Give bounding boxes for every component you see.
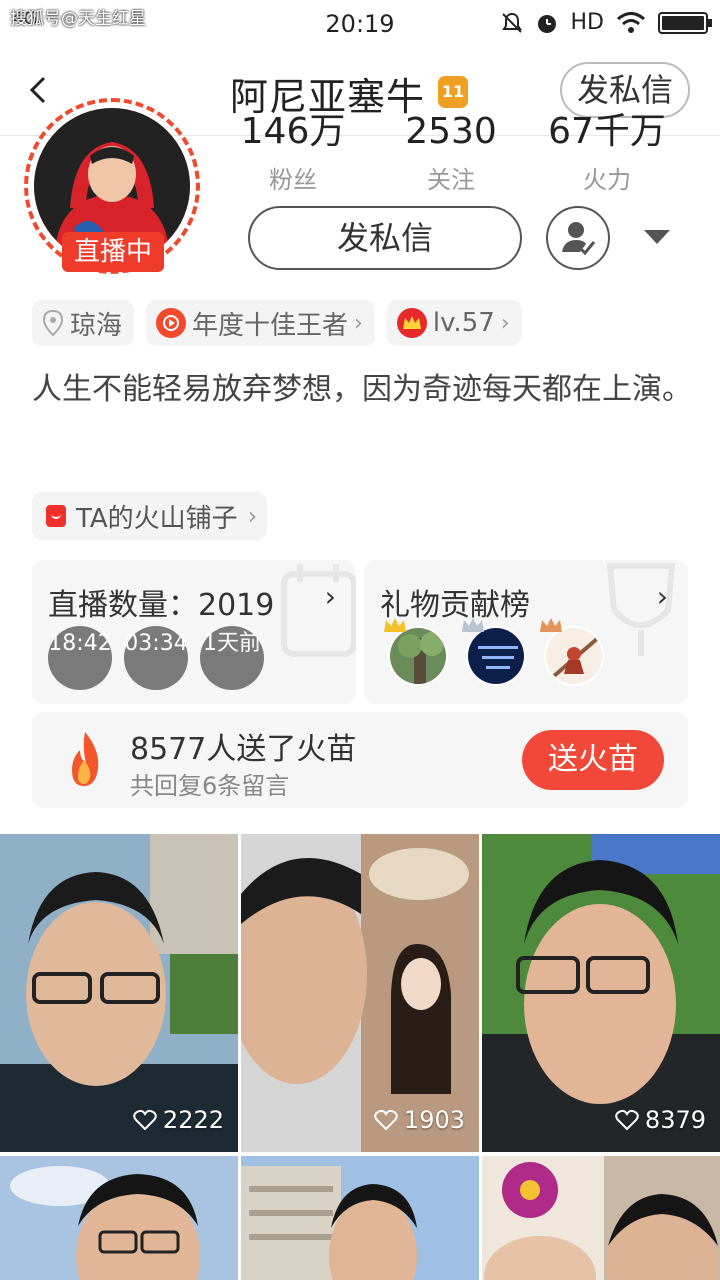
alarm-icon <box>537 14 556 33</box>
video-thumbnail-image <box>241 834 479 1152</box>
video-thumbnail-image <box>482 834 720 1152</box>
stat-firepower-label: 火力 <box>583 166 631 194</box>
likes-counter: 1903 <box>374 1106 465 1134</box>
fire-count-text: 8577人送了火苗 <box>130 732 357 767</box>
video-thumbnail[interactable]: 2222 <box>0 834 238 1152</box>
video-thumbnail[interactable]: 8379 <box>482 834 720 1152</box>
mute-icon <box>501 12 522 33</box>
crown-icon <box>396 308 427 338</box>
battery-icon <box>658 11 712 34</box>
video-thumbnail-image <box>0 1156 238 1280</box>
likes-counter: 2222 <box>133 1106 224 1134</box>
shop-label: TA的火山铺子 <box>76 503 238 534</box>
award-icon <box>156 308 187 338</box>
gold-crown-icon <box>384 618 406 632</box>
live-time-chip[interactable]: 03:34 <box>124 626 188 690</box>
follow-button[interactable] <box>546 206 610 270</box>
level-badge: 11 <box>438 76 468 108</box>
shop-link[interactable]: TA的火山铺子 › <box>32 492 268 540</box>
message-button[interactable]: 发私信 <box>248 206 522 270</box>
location-pin-icon <box>42 309 64 337</box>
likes-count: 1903 <box>403 1106 465 1134</box>
likes-counter: 8379 <box>615 1106 706 1134</box>
hd-indicator: HD <box>570 10 604 35</box>
video-thumbnail[interactable]: 1903 <box>241 834 479 1152</box>
live-badge: 直播中 <box>62 232 164 272</box>
stat-firepower[interactable]: 67千万 火力 <box>532 110 682 195</box>
status-icons: HD <box>501 10 712 35</box>
live-count-card[interactable]: 直播数量：2019 › 18:42 03:34 1天前 <box>32 560 356 704</box>
user-check-icon <box>562 222 596 256</box>
video-thumbnail-image <box>482 1156 720 1280</box>
fire-reply-text: 共回复6条留言 <box>130 772 290 800</box>
video-thumbnail[interactable] <box>241 1156 479 1280</box>
heart-icon <box>133 1109 157 1131</box>
live-time-chip[interactable]: 18:42 <box>48 626 112 690</box>
tag-level[interactable]: lv.57 › <box>386 300 522 346</box>
donor-avatar-3[interactable] <box>544 626 604 686</box>
stat-fans[interactable]: 146万 粉丝 <box>218 110 368 195</box>
chevron-right-icon: › <box>656 580 668 613</box>
stat-fans-value: 146万 <box>240 111 346 152</box>
video-thumbnail-image <box>241 1156 479 1280</box>
shop-bag-icon <box>46 505 66 527</box>
live-count-title: 直播数量：2019 <box>48 588 275 623</box>
tag-award-label: 年度十佳王者 <box>192 310 349 341</box>
silver-crown-icon <box>462 618 484 632</box>
bio-text: 人生不能轻易放弃梦想，因为奇迹每天都在上演。 <box>32 372 692 407</box>
stat-following-label: 关注 <box>427 166 475 194</box>
stat-following-value: 2530 <box>405 111 497 152</box>
calendar-watermark-icon <box>281 564 356 657</box>
flame-icon <box>72 732 99 786</box>
stat-firepower-value: 67千万 <box>548 111 666 152</box>
chevron-right-icon: › <box>500 310 510 336</box>
profile-tags: 琼海 年度十佳王者 › lv.57 › <box>32 300 522 346</box>
fire-card[interactable]: 8577人送了火苗 共回复6条留言 送火苗 <box>32 712 688 808</box>
bronze-crown-icon <box>540 618 562 632</box>
send-fire-button[interactable]: 送火苗 <box>522 730 664 790</box>
heart-icon <box>374 1109 398 1131</box>
video-thumbnail[interactable] <box>0 1156 238 1280</box>
status-bar: 4G 搜狐号@天生红星 20:19 HD <box>0 0 720 48</box>
chevron-right-icon: › <box>354 310 363 336</box>
tag-level-label: lv.57 <box>432 308 495 338</box>
donor-avatar-2[interactable] <box>466 626 526 686</box>
video-thumbnail-image <box>0 834 238 1152</box>
chevron-right-icon: › <box>324 580 336 613</box>
back-icon[interactable] <box>22 72 58 108</box>
tag-location-label: 琼海 <box>70 310 123 341</box>
video-thumbnail[interactable] <box>482 1156 720 1280</box>
live-time-chip[interactable]: 1天前 <box>200 626 264 690</box>
chevron-right-icon: › <box>247 502 258 530</box>
tag-award[interactable]: 年度十佳王者 › <box>146 300 375 346</box>
stat-fans-label: 粉丝 <box>269 166 317 194</box>
more-dropdown-icon[interactable] <box>644 230 670 244</box>
wifi-icon <box>617 11 645 33</box>
heart-icon <box>615 1109 639 1131</box>
trophy-watermark-icon <box>606 563 676 656</box>
stat-following[interactable]: 2530 关注 <box>376 110 526 195</box>
likes-count: 2222 <box>162 1106 224 1134</box>
likes-count: 8379 <box>644 1106 706 1134</box>
tag-location[interactable]: 琼海 <box>32 300 135 346</box>
donor-avatar-1[interactable] <box>388 626 448 686</box>
